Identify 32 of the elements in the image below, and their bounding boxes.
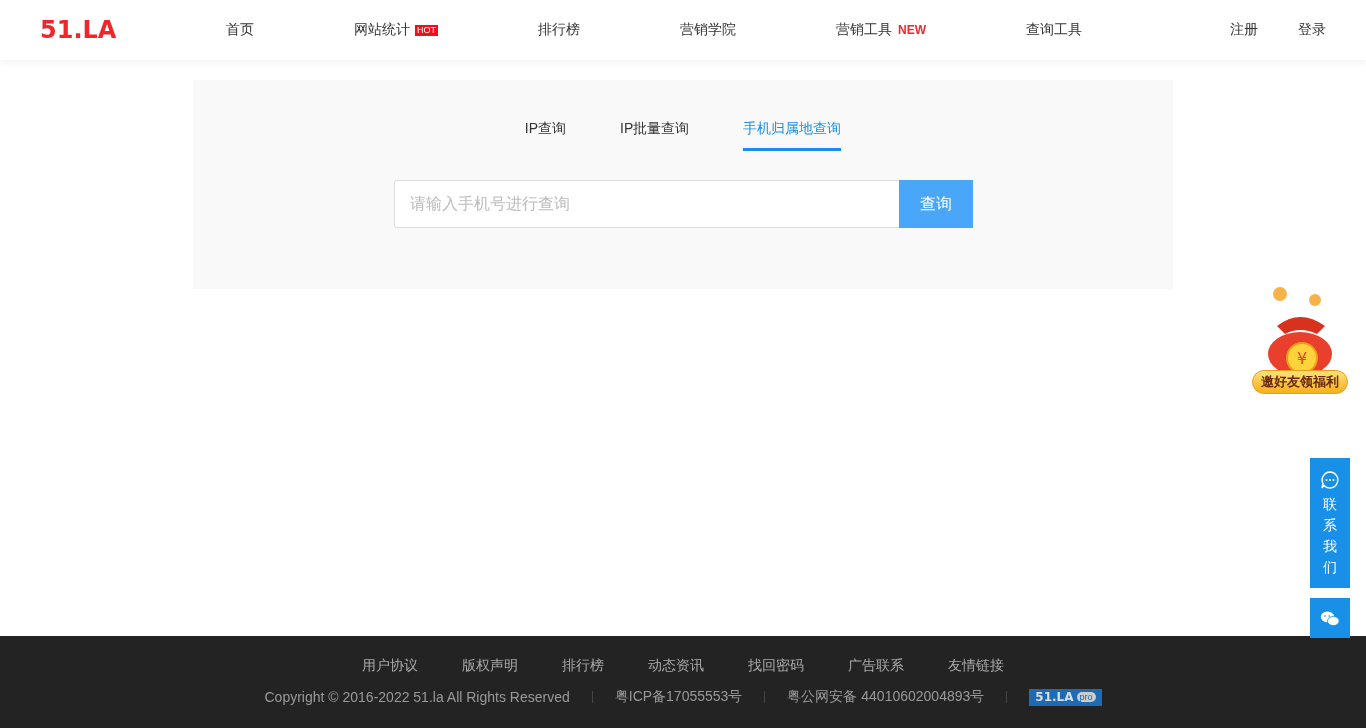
footer-link[interactable]: 排行榜 xyxy=(562,657,604,675)
nav-link[interactable]: 网站统计 HOT xyxy=(354,21,438,39)
nav-badge: HOT xyxy=(415,24,438,36)
site-logo[interactable]: 51.LA xyxy=(40,15,120,45)
invite-friends-banner[interactable]: ¥ 邀好友领福利 xyxy=(1250,286,1350,398)
icp-link[interactable]: 粤ICP备17055553号 xyxy=(614,688,743,706)
chat-bubble-icon xyxy=(1320,470,1340,490)
nav-link[interactable]: 查询工具 xyxy=(1026,21,1082,39)
footer-link[interactable]: 动态资讯 xyxy=(648,657,704,675)
nav-tag-label: NEW xyxy=(898,24,926,36)
police-record-link[interactable]: 粤公网安备 44010602004893号 xyxy=(787,688,985,706)
account-link[interactable]: 注册 xyxy=(1230,21,1258,39)
nav-link[interactable]: 排行榜 xyxy=(538,21,580,39)
footer-link[interactable]: 用户协议 xyxy=(362,657,418,675)
footer-link[interactable]: 广告联系 xyxy=(848,657,904,675)
nav-link[interactable]: 营销工具 NEW xyxy=(836,21,926,39)
phone-input-field[interactable]: 请输入手机号进行查询 xyxy=(393,180,899,228)
footer-link[interactable]: 版权声明 xyxy=(462,657,518,675)
footer-link[interactable]: 找回密码 xyxy=(748,657,804,675)
coin-symbol: ¥ xyxy=(1296,349,1308,368)
nav-link[interactable]: 营销学院 xyxy=(680,21,736,39)
copyright-text: Copyright © 2016-2022 51.la All Rights Reserved xyxy=(264,689,570,705)
footer-link[interactable]: 友情链接 xyxy=(948,657,1004,675)
wechat-icon xyxy=(1320,609,1340,627)
query-tab[interactable]: IP查询 xyxy=(524,120,566,151)
contact-label: 联系我们 xyxy=(1323,495,1337,577)
query-tab[interactable]: IP批量查询 xyxy=(620,120,690,151)
promo-label: 邀好友领福利 xyxy=(1252,370,1348,394)
wechat-button[interactable] xyxy=(1310,598,1350,638)
nav-link[interactable]: 首页 xyxy=(226,21,254,39)
account-link[interactable]: 登录 xyxy=(1298,21,1326,39)
pro-logo-badge[interactable]: 51.LA pro xyxy=(1029,688,1102,706)
